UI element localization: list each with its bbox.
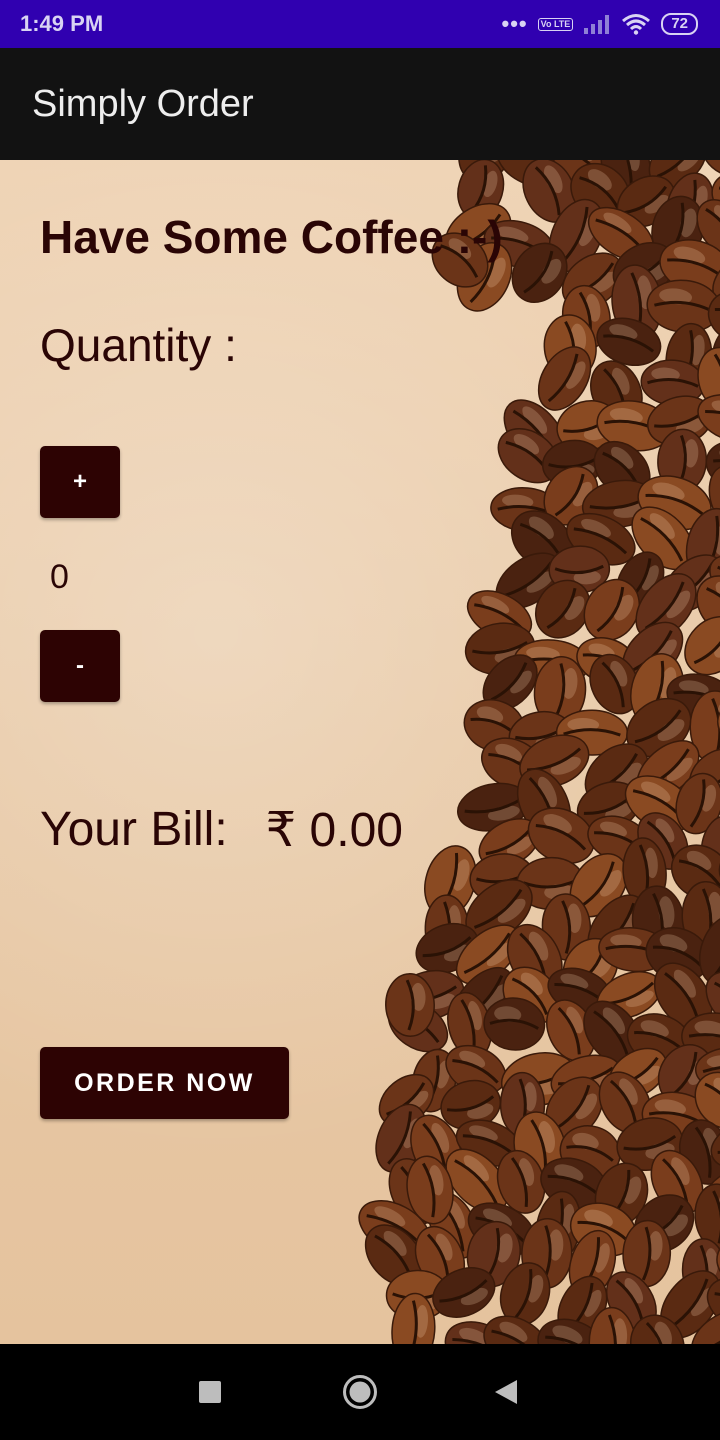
navigation-bar	[0, 1344, 720, 1440]
decrement-button[interactable]: -	[40, 630, 120, 702]
dots-icon: •••	[501, 11, 528, 36]
home-button[interactable]	[320, 1344, 400, 1440]
volte-icon: Vo LTE	[537, 17, 574, 31]
bill-row: Your Bill: ₹ 0.00	[40, 802, 403, 858]
status-icons: ••• Vo LTE 72	[502, 13, 698, 35]
status-bar: 1:49 PM ••• Vo LTE 72	[0, 0, 720, 48]
app-title: Simply Order	[32, 82, 254, 125]
quantity-label: Quantity :	[40, 319, 237, 371]
app-bar: Simply Order	[0, 48, 720, 160]
order-now-button[interactable]: ORDER NOW	[40, 1047, 289, 1119]
quantity-value: 0	[50, 558, 69, 596]
page-heading: Have Some Coffee :-)	[40, 211, 503, 263]
recents-button[interactable]	[170, 1344, 250, 1440]
battery-icon: 72	[661, 13, 698, 35]
signal-icon	[584, 15, 610, 34]
recents-icon	[199, 1381, 221, 1403]
main-content: Have Some Coffee :-) Quantity : + 0 - Yo…	[0, 160, 720, 1344]
increment-button[interactable]: +	[40, 446, 120, 518]
home-icon	[343, 1375, 377, 1409]
status-time: 1:49 PM	[20, 11, 104, 36]
back-icon	[495, 1380, 517, 1404]
back-button[interactable]	[466, 1344, 546, 1440]
wifi-icon	[622, 14, 651, 35]
bill-label: Your Bill:	[40, 803, 228, 856]
bill-amount: ₹ 0.00	[265, 804, 403, 857]
